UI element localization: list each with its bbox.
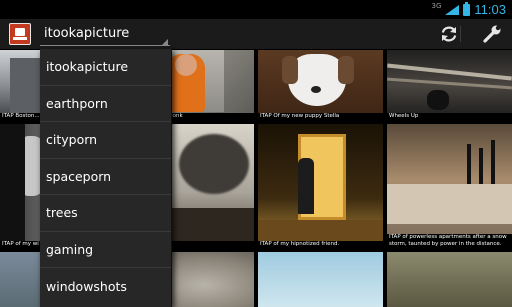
dropdown-item-cityporn[interactable]: cityporn <box>40 122 171 159</box>
spinner-underline <box>40 45 170 46</box>
status-icons: 3G 11:03 <box>432 0 506 19</box>
grid-tile[interactable]: ITAP of my hipnotized friend. <box>258 124 383 248</box>
grid-tile[interactable] <box>387 252 512 307</box>
dropdown-item-trees[interactable]: trees <box>40 195 171 232</box>
grid-tile[interactable]: Wheels Up <box>387 50 512 120</box>
tile-caption: ITAP Of my new puppy Stella <box>258 113 383 120</box>
settings-button[interactable] <box>475 19 509 49</box>
network-type-label: 3G <box>431 2 442 10</box>
status-bar: 3G 11:03 <box>0 0 512 19</box>
grid-tile[interactable]: ITAP of powerless apartments after a sno… <box>387 124 512 248</box>
battery-icon <box>463 1 471 16</box>
grid-tile[interactable] <box>258 252 383 307</box>
refresh-icon <box>441 26 457 42</box>
dropdown-item-earthporn[interactable]: earthporn <box>40 86 171 122</box>
dropdown-item-windowshots[interactable]: windowshots <box>40 268 171 305</box>
dropdown-item-spaceporn[interactable]: spaceporn <box>40 159 171 195</box>
spinner-selected-label: itookapicture <box>44 26 130 41</box>
spinner-caret-icon <box>162 39 168 45</box>
dropdown-item-gaming[interactable]: gaming <box>40 232 171 268</box>
signal-icon <box>445 4 460 15</box>
subreddit-dropdown: itookapicture earthporn cityporn spacepo… <box>40 49 172 307</box>
status-clock: 11:03 <box>474 2 506 17</box>
grid-tile[interactable]: ITAP Of my new puppy Stella <box>258 50 383 120</box>
wrench-icon <box>483 25 501 43</box>
app-icon[interactable] <box>9 23 31 45</box>
tile-caption: ITAP of powerless apartments after a sno… <box>387 234 512 248</box>
tile-caption: Wheels Up <box>387 113 512 120</box>
action-bar: itookapicture <box>0 19 512 49</box>
tile-caption: ITAP of my hipnotized friend. <box>258 241 383 248</box>
dropdown-item-itookapicture[interactable]: itookapicture <box>40 49 171 86</box>
action-divider <box>460 26 461 42</box>
subreddit-spinner[interactable]: itookapicture <box>40 19 170 49</box>
